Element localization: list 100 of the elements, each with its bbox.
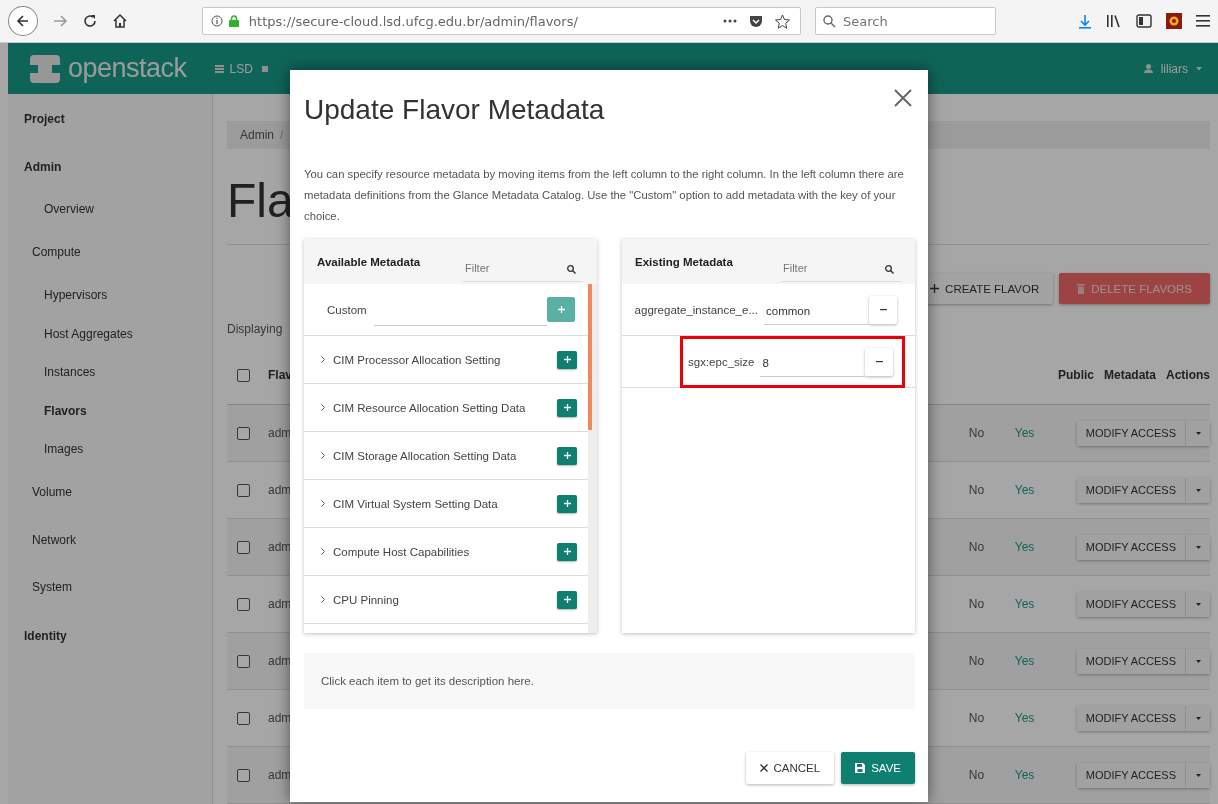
search-icon [885, 264, 894, 274]
sidebar-item[interactable]: Admin [8, 148, 78, 187]
table-cell-text: Yes [1014, 426, 1036, 440]
modify-access-button[interactable]: MODIFY ACCESS [1076, 705, 1186, 731]
row-checkbox[interactable] [237, 654, 250, 668]
sidebar-item[interactable]: Flavors [8, 391, 123, 430]
search-icon [823, 15, 836, 28]
help-text: Click each item to get its description here. [304, 653, 915, 709]
sidebar-item[interactable]: Images [8, 430, 120, 469]
plus-icon [557, 306, 565, 313]
metadata-item[interactable]: CPU Pinning [333, 593, 557, 606]
table-cell: adm [268, 597, 292, 611]
sidebar-item[interactable]: Host Aggregates [8, 314, 169, 353]
add-button[interactable] [557, 398, 577, 417]
metadata-item[interactable]: CIM Storage Allocation Setting Data [333, 449, 557, 462]
openstack-logo-icon [30, 54, 60, 83]
plus-icon [563, 596, 571, 603]
table-cell-text: Yes [1014, 654, 1036, 668]
caret-icon [1195, 602, 1201, 606]
reload-icon[interactable] [81, 13, 98, 29]
home-icon[interactable] [111, 13, 128, 29]
table-cell-text: No [968, 711, 986, 725]
plus-icon [563, 356, 571, 363]
sidebar-item[interactable]: System [8, 568, 96, 607]
square-icon [261, 65, 268, 72]
table-cell-text: No [968, 540, 986, 554]
add-button[interactable] [557, 494, 577, 513]
row-checkbox[interactable] [237, 426, 250, 440]
metadata-item[interactable]: CIM Processor Allocation Setting [333, 353, 557, 366]
add-button[interactable] [557, 350, 577, 369]
table-cell-text: No [968, 426, 986, 440]
caret-icon [1195, 773, 1201, 777]
modify-access-button[interactable]: MODIFY ACCESS [1076, 762, 1186, 788]
sidebar-item[interactable]: Instances [8, 353, 132, 392]
table-cell-text: No [968, 597, 986, 611]
trash-icon [1077, 283, 1086, 294]
select-all-checkbox[interactable] [237, 368, 250, 382]
star-icon[interactable] [775, 13, 790, 29]
sidebar-item[interactable]: Volume [8, 473, 97, 512]
panel-title: Existing Metadata [635, 255, 733, 268]
add-button[interactable] [557, 446, 577, 465]
chevron-icon [321, 356, 325, 363]
sidebar-item[interactable]: Overview [8, 190, 130, 229]
sidebar-icon[interactable] [1136, 14, 1152, 28]
breadcrumb-link[interactable]: Admin [240, 128, 274, 142]
row-checkbox[interactable] [237, 540, 250, 554]
displaying-text: Displaying [227, 322, 284, 338]
more-icon[interactable] [723, 19, 737, 23]
addon-icon[interactable] [1166, 13, 1182, 29]
save-button[interactable]: SAVE [841, 752, 915, 784]
sidebar-item[interactable]: Network [8, 520, 100, 559]
add-button[interactable] [557, 542, 577, 561]
menu-icon[interactable] [1196, 15, 1210, 27]
filter-field[interactable]: Filter [781, 255, 901, 282]
sidebar-item[interactable]: Hypervisors [8, 276, 144, 315]
row-checkbox[interactable] [237, 483, 250, 497]
close-icon[interactable] [894, 89, 912, 107]
address-bar[interactable]: https://secure-cloud.lsd.ufcg.edu.br/admin/flavors/ [201, 7, 801, 35]
plus-icon [563, 452, 571, 459]
caret-icon [1196, 66, 1202, 71]
table-cell-text: No [968, 768, 986, 782]
metadata-key: aggregate_instance_e... [634, 303, 758, 316]
panel-title: Available Metadata [317, 255, 421, 268]
row-checkbox[interactable] [237, 711, 250, 725]
metadata-item[interactable]: CIM Resource Allocation Setting Data [333, 401, 557, 414]
lock-icon [228, 15, 239, 27]
row-checkbox[interactable] [237, 768, 250, 782]
back-button[interactable] [8, 6, 38, 36]
chevron-icon [321, 548, 325, 555]
close-icon [759, 764, 768, 772]
modify-access-button[interactable]: MODIFY ACCESS [1076, 420, 1186, 446]
search-icon [567, 264, 576, 274]
sidebar-item[interactable]: Identity [8, 617, 83, 656]
back-arrow-icon [15, 14, 30, 28]
custom-label: Custom [327, 303, 368, 316]
modify-access-button[interactable]: MODIFY ACCESS [1076, 591, 1186, 617]
table-cell: adm [268, 426, 292, 440]
cancel-button[interactable]: CANCEL [745, 752, 835, 784]
table-cell: adm [268, 768, 292, 782]
sidebar-item[interactable]: Project [8, 100, 81, 139]
metadata-item[interactable]: Compute Host Capabilities [333, 545, 557, 558]
modify-access-button[interactable]: MODIFY ACCESS [1076, 534, 1186, 560]
table-cell-text: Yes [1014, 768, 1036, 782]
add-button[interactable] [557, 590, 577, 609]
scrollbar-thumb[interactable] [588, 284, 592, 430]
forward-icon[interactable] [51, 14, 68, 28]
table-cell-text: Yes [1014, 540, 1036, 554]
search-field[interactable]: Search [815, 7, 996, 35]
pocket-icon[interactable] [749, 14, 763, 28]
download-icon[interactable] [1078, 13, 1092, 29]
caret-icon [1195, 659, 1201, 663]
row-checkbox[interactable] [237, 597, 250, 611]
table-cell-text: Yes [1014, 483, 1036, 497]
sidebar-item[interactable]: Compute [8, 233, 105, 272]
chevron-icon [321, 452, 325, 459]
modify-access-button[interactable]: MODIFY ACCESS [1076, 648, 1186, 674]
modify-access-button[interactable]: MODIFY ACCESS [1076, 477, 1186, 503]
filter-field[interactable]: Filter [463, 255, 583, 282]
metadata-item[interactable]: CIM Virtual System Setting Data [333, 497, 557, 510]
library-icon[interactable] [1106, 14, 1122, 28]
